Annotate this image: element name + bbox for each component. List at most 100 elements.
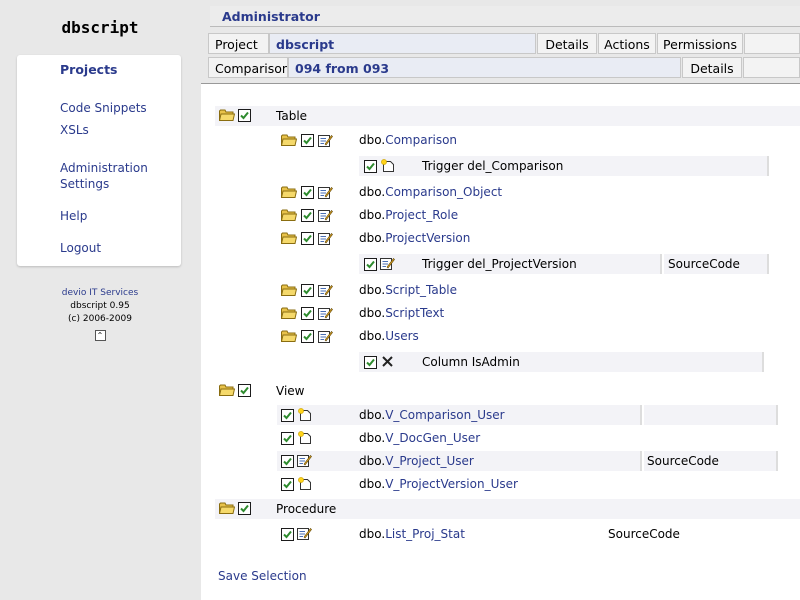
- edit-icon[interactable]: [318, 307, 333, 320]
- user-bar: Administrator: [210, 6, 800, 27]
- object-link[interactable]: Comparison: [385, 133, 457, 147]
- comparison-label: Comparison: [208, 57, 288, 78]
- app-logo: dbscript: [61, 18, 139, 37]
- edit-icon[interactable]: [318, 232, 333, 245]
- folder-icon[interactable]: [281, 134, 297, 146]
- object-link[interactable]: V_DocGen_User: [385, 431, 480, 445]
- sidebar-item-logout[interactable]: Logout: [60, 240, 101, 256]
- object-row: dbo.V_Project_User: [359, 454, 474, 468]
- delete-icon: [380, 355, 395, 368]
- object-row: dbo.ProjectVersion: [359, 231, 471, 245]
- checkbox-icon[interactable]: [281, 455, 294, 468]
- object-row: dbo.V_DocGen_User: [359, 431, 481, 445]
- project-label: Project: [208, 33, 269, 54]
- company-link[interactable]: devio IT Services: [0, 287, 200, 300]
- checkbox-icon[interactable]: [364, 356, 377, 369]
- checkbox-icon[interactable]: [301, 186, 314, 199]
- edit-icon[interactable]: [318, 209, 333, 222]
- checkbox-icon[interactable]: [281, 528, 294, 541]
- sidebar: dbscript Projects Code Snippets XSLs Adm…: [0, 0, 200, 600]
- object-link[interactable]: V_Project_User: [385, 454, 474, 468]
- comparison-details-button[interactable]: Details: [682, 57, 742, 78]
- object-row: dbo.Project_Role: [359, 208, 459, 222]
- sidebar-item-projects[interactable]: Projects: [60, 62, 118, 78]
- checkbox-icon[interactable]: [301, 307, 314, 320]
- group-label-procedure: Procedure: [276, 502, 337, 516]
- header-filler: [743, 57, 800, 78]
- folder-icon[interactable]: [281, 307, 297, 319]
- object-link[interactable]: Comparison_Object: [385, 185, 502, 199]
- object-row: dbo.ScriptText: [359, 306, 445, 320]
- new-icon: [297, 431, 312, 444]
- group-label-table: Table: [276, 109, 308, 123]
- object-row: dbo.Comparison: [359, 133, 458, 147]
- project-actions-button[interactable]: Actions: [598, 33, 656, 54]
- checkbox-icon[interactable]: [301, 209, 314, 222]
- credits: devio IT Services dbscript 0.95 (c) 2006…: [0, 287, 200, 343]
- object-row: dbo.Comparison_Object: [359, 185, 503, 199]
- project-name-link[interactable]: dbscript: [269, 33, 536, 54]
- checkbox-icon[interactable]: [281, 478, 294, 491]
- checkbox-icon[interactable]: [238, 384, 251, 397]
- checkbox-icon[interactable]: [301, 330, 314, 343]
- sidebar-item-settings[interactable]: Settings: [60, 176, 109, 192]
- folder-icon[interactable]: [219, 384, 235, 396]
- subitem-band: [359, 156, 769, 176]
- comparison-name-link[interactable]: 094 from 093: [288, 57, 681, 78]
- edit-icon[interactable]: [318, 134, 333, 147]
- header-filler: [744, 33, 800, 54]
- sidebar-nav: Projects Code Snippets XSLs Administrati…: [17, 55, 181, 266]
- edit-icon[interactable]: [318, 284, 333, 297]
- folder-icon[interactable]: [281, 330, 297, 342]
- object-link[interactable]: Project_Role: [385, 208, 458, 222]
- checkbox-icon[interactable]: [364, 160, 377, 173]
- object-band: [644, 405, 778, 425]
- folder-icon[interactable]: [281, 284, 297, 296]
- checkbox-icon[interactable]: [281, 409, 294, 422]
- folder-icon[interactable]: [281, 209, 297, 221]
- subitem-label: Trigger del_ProjectVersion: [422, 257, 577, 271]
- object-row: dbo.Users: [359, 329, 419, 343]
- object-link[interactable]: V_ProjectVersion_User: [385, 477, 518, 491]
- edit-icon[interactable]: [318, 186, 333, 199]
- folder-icon[interactable]: [281, 232, 297, 244]
- object-row: dbo.List_Proj_Stat: [359, 527, 465, 541]
- folder-icon[interactable]: [219, 502, 235, 514]
- sourcecode-link[interactable]: SourceCode: [647, 451, 719, 471]
- group-label-view: View: [276, 384, 305, 398]
- checkbox-icon[interactable]: [364, 258, 377, 271]
- sourcecode-link[interactable]: SourceCode: [608, 524, 680, 544]
- subitem-label: Column IsAdmin: [422, 355, 520, 369]
- object-row: dbo.V_ProjectVersion_User: [359, 477, 518, 491]
- checkbox-icon[interactable]: [301, 134, 314, 147]
- sidebar-item-xsls[interactable]: XSLs: [60, 122, 89, 138]
- object-link[interactable]: ProjectVersion: [385, 231, 470, 245]
- object-link[interactable]: List_Proj_Stat: [385, 527, 465, 541]
- new-icon: [297, 408, 312, 421]
- folder-icon[interactable]: [219, 109, 235, 121]
- sidebar-item-help[interactable]: Help: [60, 208, 87, 224]
- sidebar-item-administration[interactable]: Administration: [60, 160, 148, 176]
- scroll-top-icon[interactable]: ⌃: [94, 330, 106, 341]
- project-details-button[interactable]: Details: [537, 33, 597, 54]
- folder-icon[interactable]: [281, 186, 297, 198]
- copyright-text: (c) 2006-2009: [68, 314, 132, 324]
- edit-icon: [297, 527, 312, 540]
- save-selection-link[interactable]: Save Selection: [218, 569, 307, 583]
- checkbox-icon[interactable]: [301, 232, 314, 245]
- project-row: Project dbscript Details Actions Permiss…: [208, 33, 800, 54]
- edit-icon[interactable]: [318, 330, 333, 343]
- checkbox-icon[interactable]: [281, 432, 294, 445]
- project-permissions-button[interactable]: Permissions: [657, 33, 743, 54]
- comparison-row: Comparison 094 from 093 Details: [208, 57, 800, 78]
- checkbox-icon[interactable]: [301, 284, 314, 297]
- object-link[interactable]: ScriptText: [385, 306, 444, 320]
- subitem-label: Trigger del_Comparison: [422, 159, 564, 173]
- sidebar-item-code-snippets[interactable]: Code Snippets: [60, 100, 147, 116]
- checkbox-icon[interactable]: [238, 109, 251, 122]
- object-link[interactable]: Users: [385, 329, 419, 343]
- sourcecode-link[interactable]: SourceCode: [668, 254, 740, 274]
- object-link[interactable]: Script_Table: [385, 283, 457, 297]
- object-link[interactable]: V_Comparison_User: [385, 408, 504, 422]
- checkbox-icon[interactable]: [238, 502, 251, 515]
